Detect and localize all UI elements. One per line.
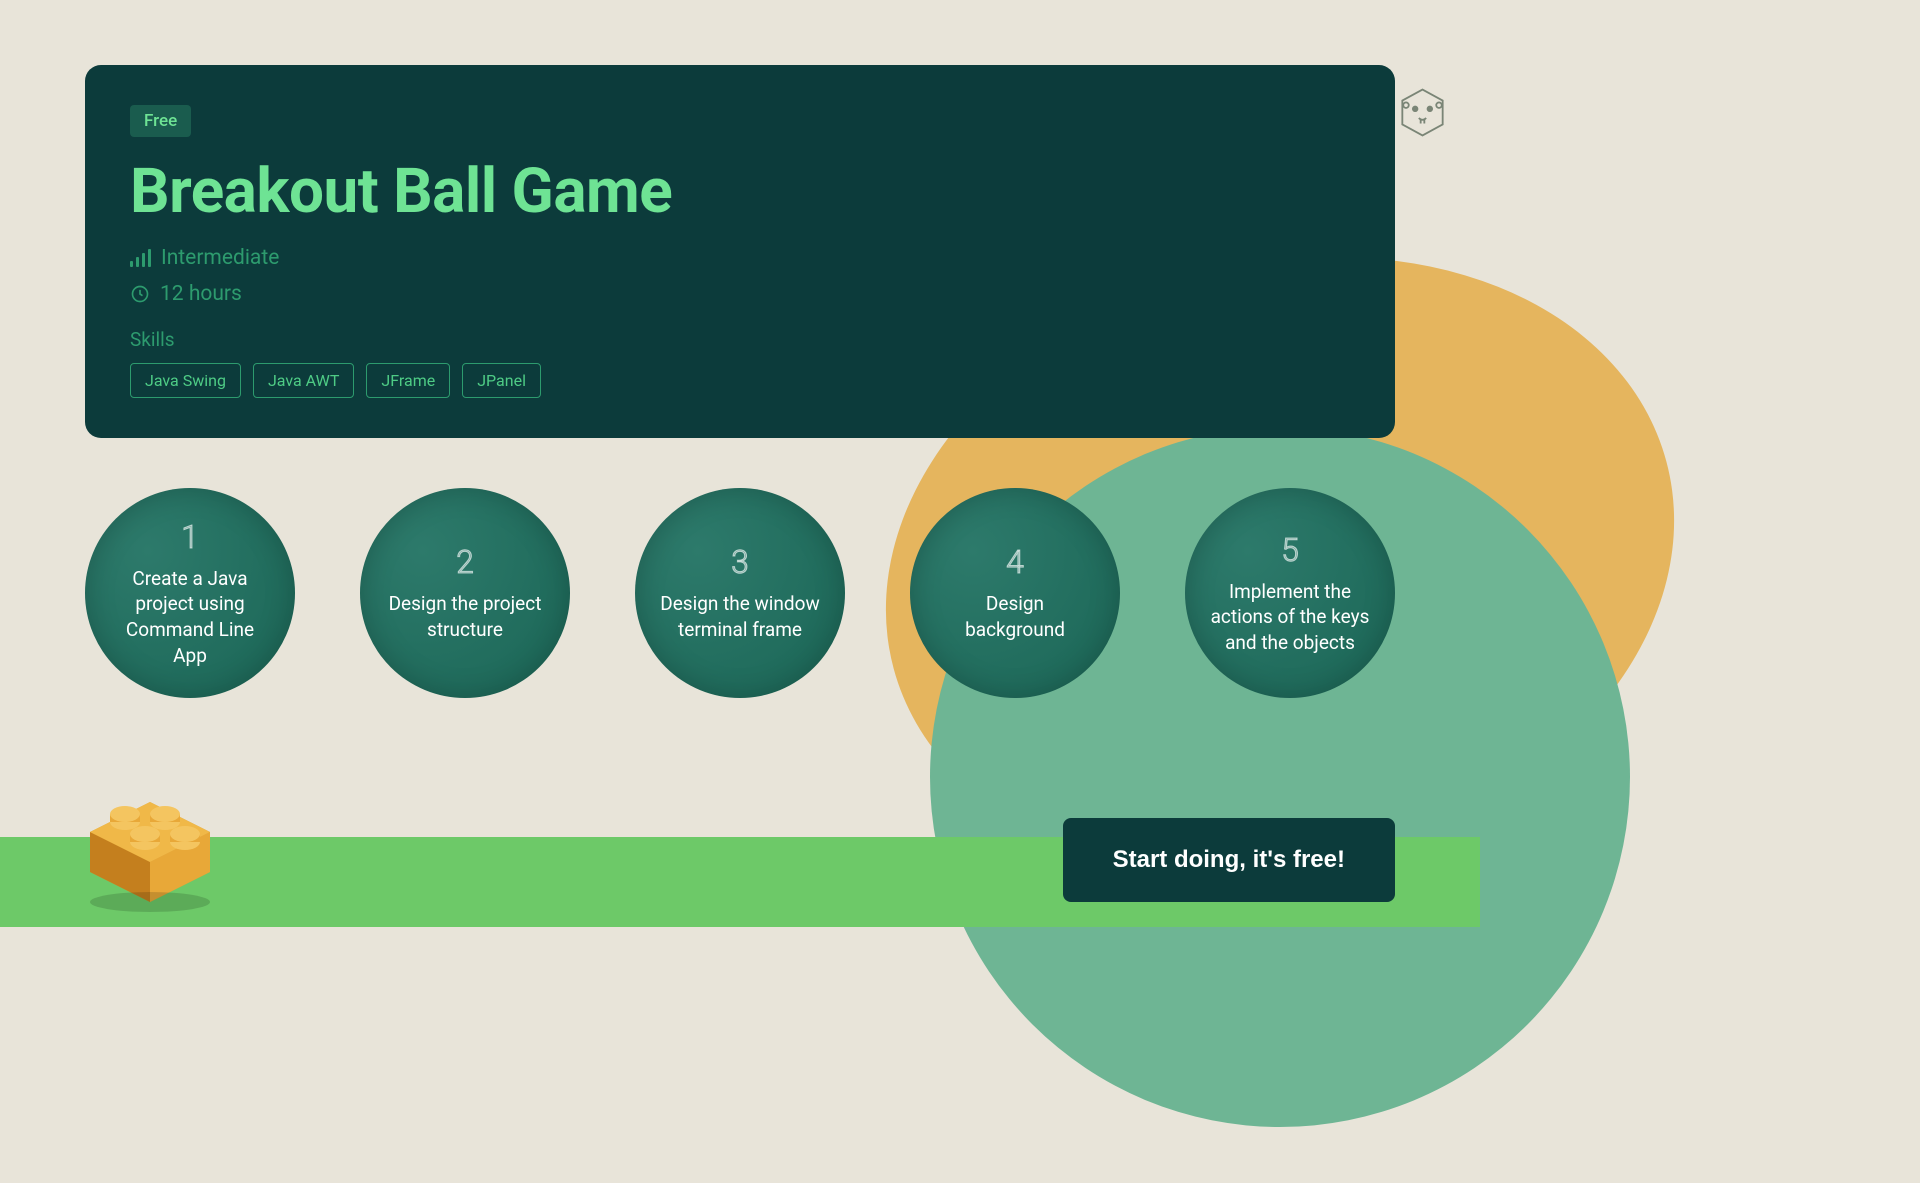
start-cta-button[interactable]: Start doing, it's free! [1063, 818, 1395, 902]
step-circle-1[interactable]: 1 Create a Java project using Command Li… [85, 488, 295, 698]
clock-icon [130, 284, 150, 304]
skill-chip[interactable]: Java Swing [130, 363, 241, 398]
free-badge: Free [130, 105, 191, 137]
skill-chip[interactable]: JPanel [462, 363, 541, 398]
duration-row: 12 hours [130, 282, 1350, 306]
step-text: Implement the actions of the keys and th… [1210, 579, 1370, 656]
course-header-card: Free Breakout Ball Game Intermediate 12 … [85, 65, 1395, 438]
step-text: Design the project structure [385, 591, 545, 642]
level-text: Intermediate [161, 246, 279, 270]
level-icon [130, 249, 151, 267]
step-number: 5 [1281, 531, 1299, 569]
duration-text: 12 hours [160, 282, 242, 306]
step-circle-2[interactable]: 2 Design the project structure [360, 488, 570, 698]
lego-brick-icon [70, 772, 230, 912]
skills-label: Skills [130, 328, 1350, 351]
step-number: 2 [456, 543, 474, 581]
step-number: 3 [731, 543, 749, 581]
step-number: 1 [181, 518, 199, 556]
brand-logo-icon [1395, 85, 1450, 140]
step-text: Design the window terminal frame [660, 591, 820, 642]
step-text: Create a Java project using Command Line… [110, 566, 270, 669]
skill-chip[interactable]: Java AWT [253, 363, 354, 398]
step-number: 4 [1006, 543, 1024, 581]
step-circle-4[interactable]: 4 Design background [910, 488, 1120, 698]
step-circle-5[interactable]: 5 Implement the actions of the keys and … [1185, 488, 1395, 698]
step-text: Design background [935, 591, 1095, 642]
level-row: Intermediate [130, 246, 1350, 270]
step-circle-3[interactable]: 3 Design the window terminal frame [635, 488, 845, 698]
course-title: Breakout Ball Game [130, 155, 1350, 228]
skills-row: Java Swing Java AWT JFrame JPanel [130, 363, 1350, 398]
skill-chip[interactable]: JFrame [366, 363, 450, 398]
steps-row: 1 Create a Java project using Command Li… [85, 488, 1395, 698]
